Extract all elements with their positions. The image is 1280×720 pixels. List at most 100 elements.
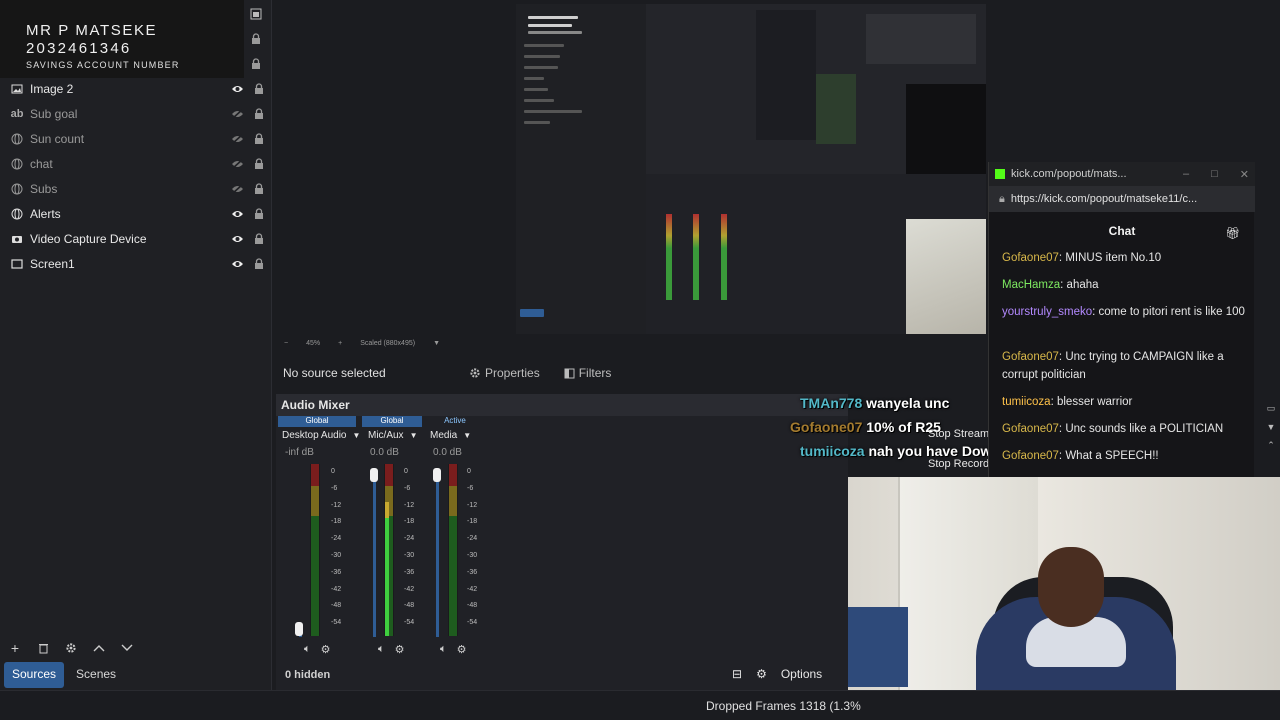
lock-icon[interactable] <box>248 233 270 244</box>
menu-icon[interactable]: ▭ <box>1262 403 1280 414</box>
channel-db: 0.0 dB <box>433 447 462 458</box>
eye-icon[interactable] <box>226 234 248 244</box>
lock-icon[interactable] <box>250 33 262 45</box>
channel-controls: 🔈︎ ⚙︎ <box>440 643 466 656</box>
lock-icon[interactable] <box>248 83 270 94</box>
source-item-chat[interactable]: chat <box>0 151 270 176</box>
scaled-resolution[interactable]: Scaled (880x495) <box>360 340 415 347</box>
sources-toolbar: + <box>0 636 272 660</box>
speaker-icon[interactable]: 🔈︎ <box>378 643 385 656</box>
eye-hidden-icon[interactable] <box>226 183 248 194</box>
lock-icon[interactable] <box>248 108 270 119</box>
trash-icon[interactable] <box>34 639 52 657</box>
channel-name-desktop-audio[interactable]: Desktop Audio ▼ <box>282 430 360 441</box>
source-label: Subs <box>30 181 58 196</box>
eye-icon[interactable] <box>226 84 248 94</box>
gear-icon[interactable]: ⚙︎ <box>395 643 405 656</box>
channel-controls: 🔈︎ ⚙︎ <box>378 643 404 656</box>
lock-icon[interactable] <box>248 133 270 144</box>
source-item-alerts[interactable]: Alerts <box>0 201 270 226</box>
source-item-subs[interactable]: Subs <box>0 176 270 201</box>
filter-icon <box>564 368 575 378</box>
scroll-controls: ▭ ▼ ⌃ <box>1262 395 1280 477</box>
eye-hidden-icon[interactable] <box>226 158 248 169</box>
chat-header: Chat <box>1108 224 1136 238</box>
source-item-image-2[interactable]: Image 2 <box>0 76 270 101</box>
options-button[interactable]: Options <box>781 667 822 681</box>
gear-icon[interactable]: ⚙︎ <box>756 667 767 681</box>
stream-chat-line: Gofaone07 10% of R25 <box>790 419 941 435</box>
overlay-account-number: 2032461346 <box>26 40 132 57</box>
lock-icon[interactable] <box>248 258 270 269</box>
source-toolbar: No source selected Properties Filters <box>274 360 990 386</box>
source-item-sun-count[interactable]: Sun count <box>0 126 270 151</box>
chat-message: Gofaone07: Unc sounds like a POLITICIAN <box>1002 423 1224 435</box>
lock-icon[interactable] <box>248 208 270 219</box>
db-scale: 0 -6 -12 -18 -24 -30 -36 -42 -48 -54 <box>404 468 415 627</box>
eye-hidden-icon[interactable] <box>226 108 248 119</box>
gear-icon <box>470 368 480 378</box>
chevron-down-icon[interactable]: ▼ <box>1262 422 1280 432</box>
chevron-down-icon: ▼ <box>463 431 472 440</box>
globe-icon <box>4 208 30 220</box>
properties-button[interactable]: Properties <box>463 363 546 383</box>
db-scale: 0 -6 -12 -18 -24 -30 -36 -42 -48 -54 <box>467 468 478 627</box>
volume-fader[interactable] <box>433 468 441 482</box>
volume-fader[interactable] <box>295 622 303 636</box>
stop-stream-button[interactable]: Stop Stream <box>928 428 989 440</box>
chevron-up-icon[interactable]: ⌃ <box>1262 440 1280 451</box>
chat-message: Gofaone07: Unc trying to CAMPAIGN like a… <box>1002 351 1224 381</box>
chevron-down-icon[interactable] <box>118 639 136 657</box>
lock-icon[interactable] <box>250 58 262 70</box>
gear-icon[interactable]: ⚙︎ <box>321 643 331 656</box>
close-icon[interactable]: ✕ <box>1240 168 1249 181</box>
zoom-out-button[interactable]: − <box>284 340 288 347</box>
source-label: Video Capture Device <box>30 231 147 246</box>
speaker-icon[interactable]: 🔈︎ <box>304 643 311 656</box>
chevron-up-icon[interactable] <box>90 639 108 657</box>
url-bar[interactable]: 🔒︎ https://kick.com/popout/matseke11/c..… <box>989 186 1255 212</box>
eye-icon[interactable] <box>226 259 248 269</box>
tab-scenes[interactable]: Scenes <box>68 662 124 688</box>
chat-message: tumiicoza: blesser warrior <box>1002 396 1133 408</box>
layout-icon[interactable]: ⊟ <box>732 667 742 681</box>
mini-obs-window <box>516 4 646 334</box>
eye-hidden-icon[interactable] <box>226 133 248 144</box>
mini-desktop <box>646 4 986 174</box>
chevron-down-icon[interactable]: ▼ <box>433 340 440 347</box>
preview-canvas[interactable] <box>516 4 986 334</box>
dropped-frames: Dropped Frames 1318 (1.3% <box>706 699 861 713</box>
lock-icon[interactable] <box>248 158 270 169</box>
dock-icon[interactable] <box>250 8 262 20</box>
source-item-sub-goal[interactable]: ab Sub goal <box>0 101 270 126</box>
minimize-icon[interactable]: – <box>1183 168 1189 181</box>
source-item-video-capture-device[interactable]: Video Capture Device <box>0 226 270 251</box>
tab-sources[interactable]: Sources <box>4 662 65 688</box>
zoom-in-button[interactable]: + <box>338 340 342 347</box>
gift-icon[interactable]: 🎁︎ <box>1225 226 1240 240</box>
channel-controls: 🔈︎ ⚙︎ <box>304 643 330 656</box>
source-item-screen1[interactable]: Screen1 <box>0 251 270 276</box>
stop-record-button[interactable]: Stop Record <box>928 458 989 470</box>
volume-meter <box>384 464 394 636</box>
account-overlay: MR P MATSEKE 2032461346 SAVINGS ACCOUNT … <box>0 0 244 78</box>
channel-name-mic-aux[interactable]: Mic/Aux ▼ <box>368 430 417 441</box>
maximize-icon[interactable]: □ <box>1211 168 1218 181</box>
gear-icon[interactable] <box>62 639 80 657</box>
image-icon <box>4 83 30 95</box>
filters-button[interactable]: Filters <box>558 363 618 383</box>
volume-meter <box>448 464 458 636</box>
chat-message: Gofaone07: What a SPEECH!! <box>1002 450 1159 462</box>
eye-icon[interactable] <box>226 209 248 219</box>
volume-fader[interactable] <box>370 468 378 482</box>
overlay-name: MR P MATSEKE <box>26 22 158 39</box>
add-icon[interactable]: + <box>6 639 24 657</box>
gear-icon[interactable]: ⚙︎ <box>457 643 467 656</box>
channel-badge: Active <box>444 416 466 425</box>
speaker-icon[interactable]: 🔈︎ <box>440 643 447 656</box>
audio-mixer: Audio Mixer Global Desktop Audio ▼ -inf d… <box>276 394 848 690</box>
channel-name-media[interactable]: Media ▼ <box>430 430 471 441</box>
monitor-icon <box>4 258 30 270</box>
lock-icon[interactable] <box>248 183 270 194</box>
no-source-label: No source selected <box>283 366 386 380</box>
